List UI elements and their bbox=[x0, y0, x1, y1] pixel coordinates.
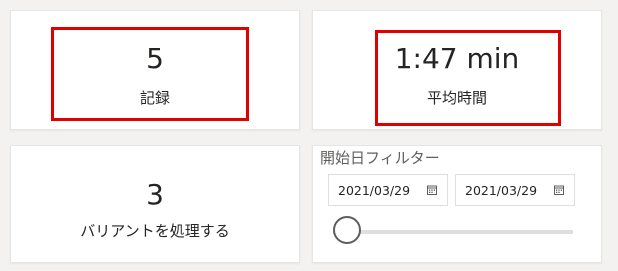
start-date-filter-card: 開始日フィルター 2021/03/29 2021/03/29 bbox=[312, 145, 602, 263]
calendar-icon[interactable] bbox=[427, 185, 437, 195]
start-date-value: 2021/03/29 bbox=[338, 183, 411, 198]
variants-card: 3 バリアントを処理する bbox=[10, 145, 300, 263]
start-date-input[interactable]: 2021/03/29 bbox=[328, 174, 448, 206]
records-label: 記録 bbox=[139, 89, 170, 107]
filter-title: 開始日フィルター bbox=[320, 149, 440, 167]
average-time-label: 平均時間 bbox=[426, 89, 487, 107]
date-range-slider-handle[interactable] bbox=[333, 216, 361, 244]
variants-value: 3 bbox=[146, 178, 164, 211]
end-date-input[interactable]: 2021/03/29 bbox=[455, 174, 575, 206]
average-time-value: 1:47 min bbox=[394, 42, 520, 75]
date-range-slider-track[interactable] bbox=[333, 230, 573, 234]
records-value: 5 bbox=[146, 42, 164, 75]
calendar-icon[interactable] bbox=[554, 185, 564, 195]
variants-label: バリアントを処理する bbox=[80, 222, 230, 240]
end-date-value: 2021/03/29 bbox=[465, 183, 538, 198]
records-card: 5 記録 bbox=[10, 10, 300, 130]
average-time-card: 1:47 min 平均時間 bbox=[312, 10, 602, 130]
